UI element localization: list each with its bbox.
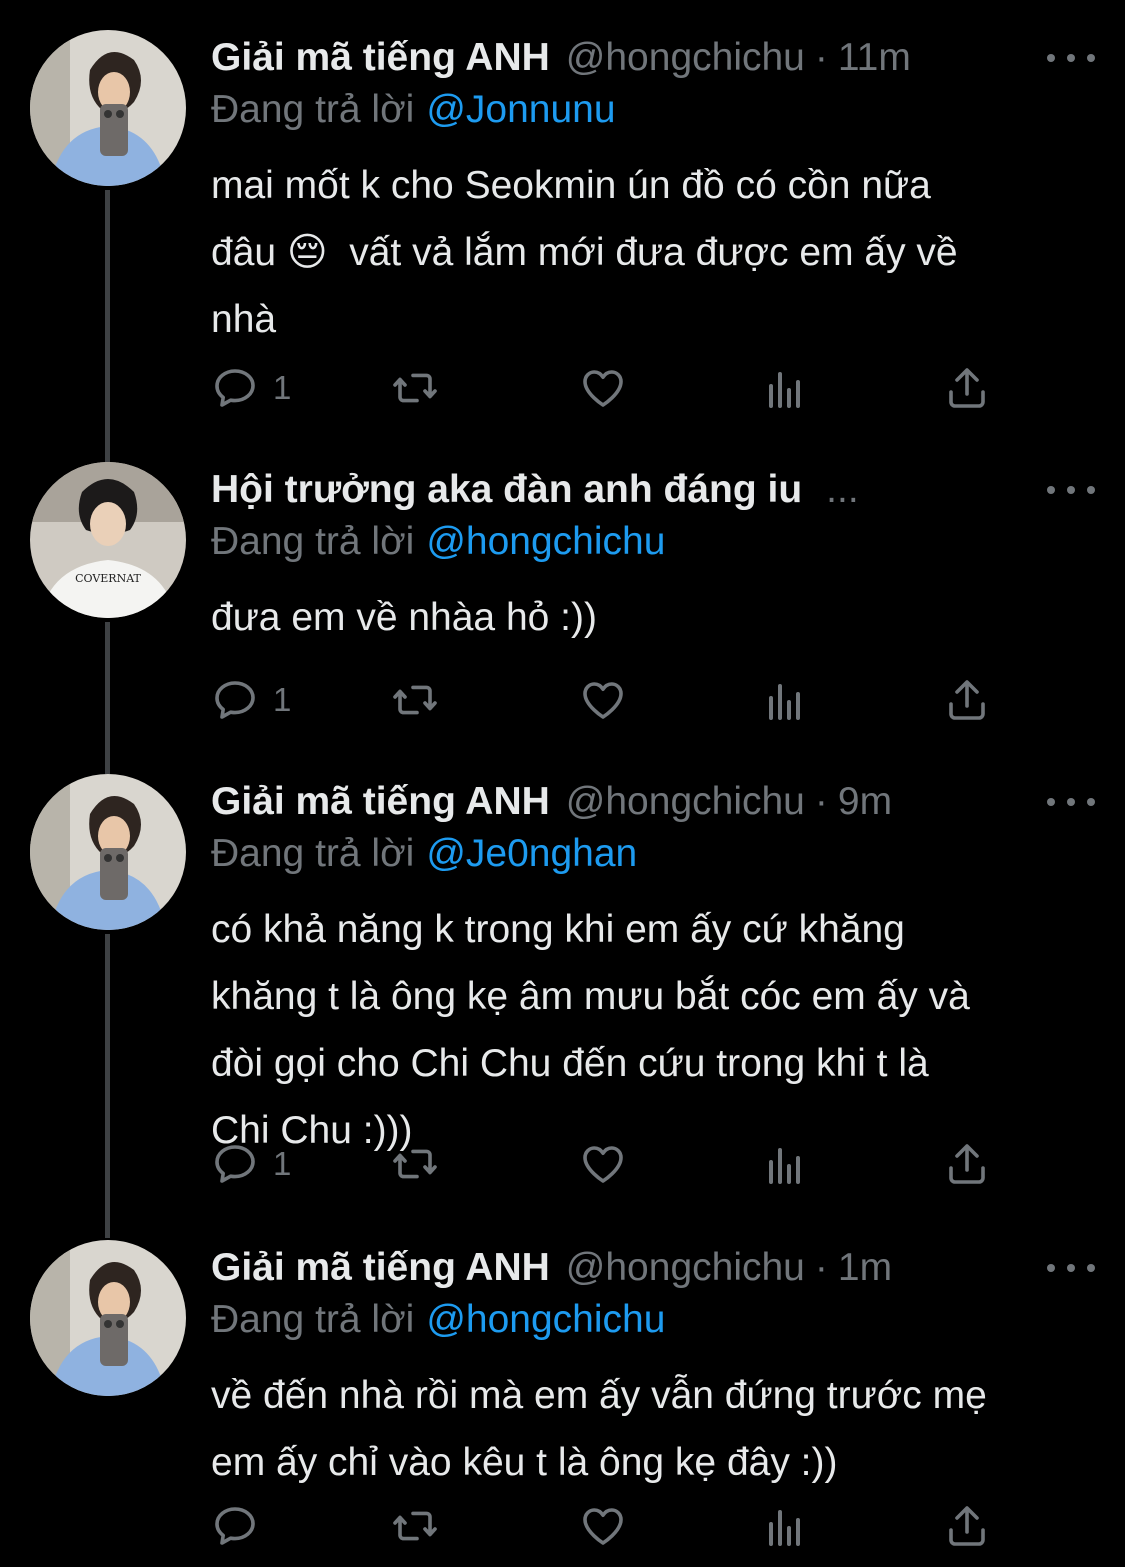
share-icon	[949, 680, 985, 720]
tweet-text: mai mốt k cho Seokmin ún đồ có cồn nữa đ…	[211, 164, 958, 341]
like-button[interactable]	[579, 1496, 627, 1556]
user-handle[interactable]: @hongchichu	[566, 1246, 805, 1290]
replying-to: Đang trả lời @hongchichu	[211, 1298, 665, 1342]
timestamp[interactable]: 1m	[838, 1246, 892, 1290]
tweet-header: Giải mã tiếng ANH @hongchichu · 9m	[211, 774, 1095, 830]
reply-icon	[215, 1145, 255, 1183]
action-bar: 1	[211, 670, 1001, 730]
replying-label: Đang trả lời	[211, 832, 415, 875]
replying-to: Đang trả lời @Jonnunu	[211, 88, 616, 132]
retweet-button[interactable]	[391, 1134, 439, 1194]
heart-icon	[583, 1508, 623, 1545]
analytics-icon	[769, 372, 800, 408]
tweet-text: về đến nhà rồi mà em ấy vẫn đứng trước m…	[211, 1374, 987, 1484]
mention-link[interactable]: @Je0nghan	[426, 832, 637, 875]
reply-icon	[215, 1507, 255, 1545]
profile-photo-icon	[30, 774, 186, 930]
profile-photo-icon	[30, 1240, 186, 1396]
retweet-icon	[393, 685, 437, 715]
more-icon[interactable]	[1047, 1250, 1095, 1286]
like-button[interactable]	[579, 1134, 627, 1194]
action-bar	[211, 1496, 1001, 1556]
retweet-icon	[393, 373, 437, 403]
share-icon	[949, 1144, 985, 1184]
mention-link[interactable]: @Jonnunu	[426, 88, 615, 131]
timestamp[interactable]: 11m	[838, 36, 911, 80]
heart-icon	[583, 1146, 623, 1183]
avatar[interactable]	[30, 1240, 186, 1396]
retweet-icon	[393, 1511, 437, 1541]
views-button[interactable]	[761, 670, 809, 730]
tweet-header: Giải mã tiếng ANH @hongchichu · 11m	[211, 30, 1095, 86]
reply-button[interactable]: 1	[211, 1134, 291, 1194]
more-icon[interactable]	[1047, 472, 1095, 508]
display-name[interactable]: Hội trưởng aka đàn anh đáng iu	[211, 468, 802, 512]
user-handle[interactable]: @hongchichu	[566, 36, 805, 80]
separator-dot: ·	[814, 1246, 828, 1289]
replying-to: Đang trả lời @hongchichu	[211, 520, 665, 564]
more-icon[interactable]	[1047, 784, 1095, 820]
share-icon	[949, 368, 985, 408]
heart-icon	[583, 370, 623, 407]
reply-count: 1	[273, 681, 292, 718]
mention-link[interactable]: @hongchichu	[426, 520, 665, 563]
separator-dot: ·	[814, 36, 828, 79]
views-button[interactable]	[761, 1134, 809, 1194]
tweet[interactable]: COVERNAT Hội trưởng aka đàn anh đáng iu …	[0, 462, 1125, 742]
reply-icon	[215, 369, 255, 407]
views-button[interactable]	[761, 358, 809, 418]
profile-photo-icon: COVERNAT	[30, 462, 186, 618]
tweet[interactable]: Giải mã tiếng ANH @hongchichu · 9m Đang …	[0, 774, 1125, 1214]
user-handle[interactable]: @hongchichu	[566, 780, 805, 824]
reply-count: 1	[273, 369, 292, 406]
avatar-shirt-text: COVERNAT	[75, 572, 141, 585]
like-button[interactable]	[579, 670, 627, 730]
avatar[interactable]	[30, 774, 186, 930]
like-button[interactable]	[579, 358, 627, 418]
reply-button[interactable]: 1	[211, 358, 291, 418]
tweet[interactable]: Giải mã tiếng ANH @hongchichu · 11m Đang…	[0, 30, 1125, 430]
display-name[interactable]: Giải mã tiếng ANH	[211, 1246, 550, 1290]
reply-button[interactable]	[211, 1496, 259, 1556]
profile-photo-icon	[30, 30, 186, 186]
action-bar: 1	[211, 1134, 1001, 1194]
separator-dot: ·	[814, 780, 828, 823]
retweet-button[interactable]	[391, 670, 439, 730]
views-button[interactable]	[761, 1496, 809, 1556]
analytics-icon	[769, 684, 800, 720]
mention-link[interactable]: @hongchichu	[426, 1298, 665, 1341]
replying-label: Đang trả lời	[211, 1298, 415, 1341]
replying-label: Đang trả lời	[211, 88, 415, 131]
reply-count: 1	[273, 1145, 292, 1182]
reply-button[interactable]: 1	[211, 670, 291, 730]
timestamp[interactable]: 9m	[838, 780, 892, 824]
share-button[interactable]	[943, 670, 991, 730]
display-name[interactable]: Giải mã tiếng ANH	[211, 780, 550, 824]
replying-to: Đang trả lời @Je0nghan	[211, 832, 637, 876]
share-icon	[949, 1506, 985, 1546]
retweet-button[interactable]	[391, 358, 439, 418]
tweet[interactable]: Giải mã tiếng ANH @hongchichu · 1m Đang …	[0, 1240, 1125, 1560]
share-button[interactable]	[943, 1134, 991, 1194]
tweet-header: Hội trưởng aka đàn anh đáng iu ...	[211, 462, 1095, 518]
action-bar: 1	[211, 358, 1001, 418]
retweet-button[interactable]	[391, 1496, 439, 1556]
tweet-text: có khả năng k trong khi em ấy cứ khăng k…	[211, 908, 970, 1152]
share-button[interactable]	[943, 1496, 991, 1556]
analytics-icon	[769, 1148, 800, 1184]
avatar[interactable]: COVERNAT	[30, 462, 186, 618]
avatar[interactable]	[30, 30, 186, 186]
truncation-ellipsis: ...	[826, 468, 859, 511]
replying-label: Đang trả lời	[211, 520, 415, 563]
tweet-text: đưa em về nhàa hỏ :))	[211, 596, 597, 639]
retweet-icon	[393, 1149, 437, 1179]
display-name[interactable]: Giải mã tiếng ANH	[211, 36, 550, 80]
reply-icon	[215, 681, 255, 719]
analytics-icon	[769, 1510, 800, 1546]
share-button[interactable]	[943, 358, 991, 418]
tweet-header: Giải mã tiếng ANH @hongchichu · 1m	[211, 1240, 1095, 1296]
heart-icon	[583, 682, 623, 719]
more-icon[interactable]	[1047, 40, 1095, 76]
